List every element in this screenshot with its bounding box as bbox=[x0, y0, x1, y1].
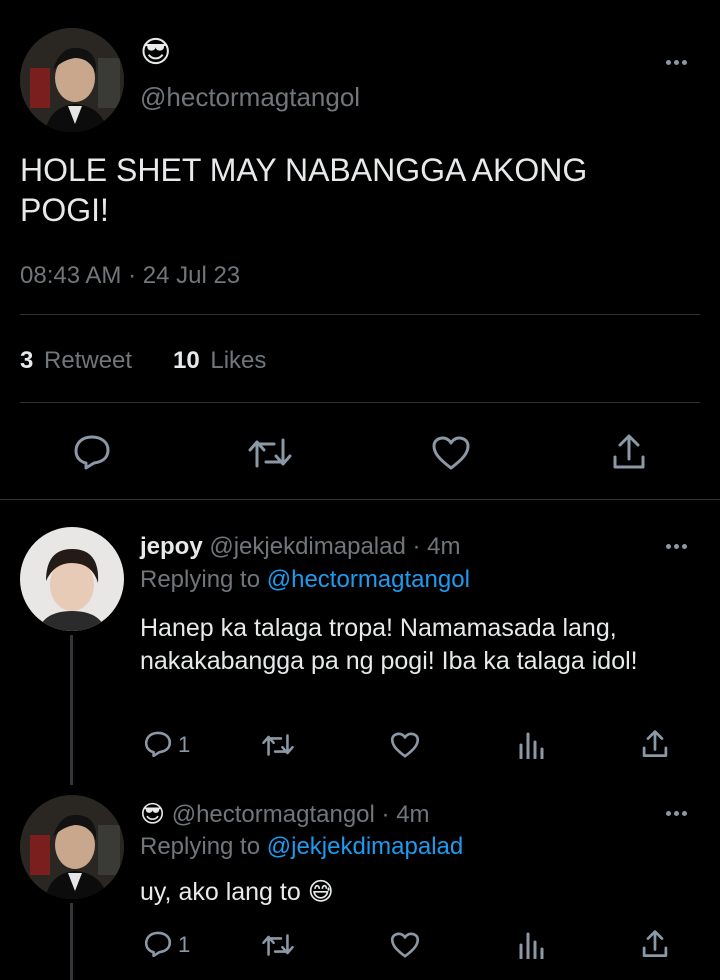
analytics-icon[interactable] bbox=[518, 731, 544, 759]
reply-icon[interactable] bbox=[144, 730, 172, 758]
replying-to-label: Replying to bbox=[140, 566, 261, 593]
reply-count: 1 bbox=[178, 732, 191, 757]
more-icon[interactable] bbox=[666, 544, 687, 549]
section-divider bbox=[0, 499, 720, 500]
main-tweet-display-name: 😎 bbox=[140, 36, 172, 69]
divider bbox=[20, 314, 700, 315]
reply-header: jepoy @jekjekdimapalad · 4m bbox=[140, 533, 461, 561]
retweet-count: 3 bbox=[20, 347, 34, 374]
replying-to-handle[interactable]: @hectormagtangol bbox=[267, 566, 470, 593]
reply-text: Hanep ka talaga tropa! Namamasada lang, … bbox=[140, 614, 638, 675]
main-tweet-handle[interactable]: @hectormagtangol bbox=[140, 82, 360, 113]
reply-text: uy, ako lang to 😅 bbox=[140, 878, 334, 906]
likes-stat[interactable]: 10 Likes bbox=[173, 347, 266, 375]
reply-avatar[interactable] bbox=[20, 527, 124, 631]
retweet-icon[interactable] bbox=[262, 732, 294, 758]
retweet-stat[interactable]: 3 Retweet bbox=[20, 347, 132, 375]
likes-count: 10 bbox=[173, 347, 200, 374]
like-icon[interactable] bbox=[431, 435, 471, 471]
main-tweet-timestamp[interactable]: 08:43 AM · 24 Jul 23 bbox=[20, 262, 240, 290]
reply-time: · 4m bbox=[412, 533, 461, 560]
replying-to: Replying to @hectormagtangol bbox=[140, 566, 470, 594]
share-icon[interactable] bbox=[641, 729, 669, 759]
thread-line bbox=[70, 903, 73, 980]
share-icon[interactable] bbox=[641, 929, 669, 959]
main-tweet-text: HOLE SHET MAY NABANGGA AKONG POGI! bbox=[20, 152, 588, 228]
more-icon[interactable] bbox=[666, 811, 687, 816]
retweet-icon[interactable] bbox=[262, 932, 294, 958]
reply-avatar[interactable] bbox=[20, 795, 124, 899]
share-icon[interactable] bbox=[611, 433, 647, 471]
more-icon[interactable] bbox=[666, 60, 687, 65]
like-icon[interactable] bbox=[390, 731, 420, 759]
retweet-label: Retweet bbox=[44, 347, 133, 374]
reply-icon[interactable] bbox=[73, 434, 111, 470]
reply-count: 1 bbox=[178, 932, 191, 957]
thread-line bbox=[70, 635, 73, 785]
reply-display-name[interactable]: jepoy bbox=[140, 533, 203, 560]
likes-label: Likes bbox=[210, 347, 267, 374]
reply-handle[interactable]: @jekjekdimapalad bbox=[209, 533, 405, 560]
divider bbox=[20, 402, 700, 403]
reply-icon[interactable] bbox=[144, 930, 172, 958]
reply-display-name[interactable]: 😎 bbox=[140, 801, 165, 828]
replying-to: Replying to @jekjekdimapalad bbox=[140, 833, 463, 861]
reply-header: 😎 @hectormagtangol · 4m bbox=[140, 800, 430, 829]
main-tweet-avatar[interactable] bbox=[20, 28, 124, 132]
reply-handle[interactable]: @hectormagtangol bbox=[172, 801, 375, 828]
reply-time: · 4m bbox=[381, 801, 430, 828]
replying-to-handle[interactable]: @jekjekdimapalad bbox=[267, 833, 463, 860]
like-icon[interactable] bbox=[390, 931, 420, 959]
retweet-icon[interactable] bbox=[248, 436, 292, 470]
replying-to-label: Replying to bbox=[140, 833, 261, 860]
analytics-icon[interactable] bbox=[518, 931, 544, 959]
